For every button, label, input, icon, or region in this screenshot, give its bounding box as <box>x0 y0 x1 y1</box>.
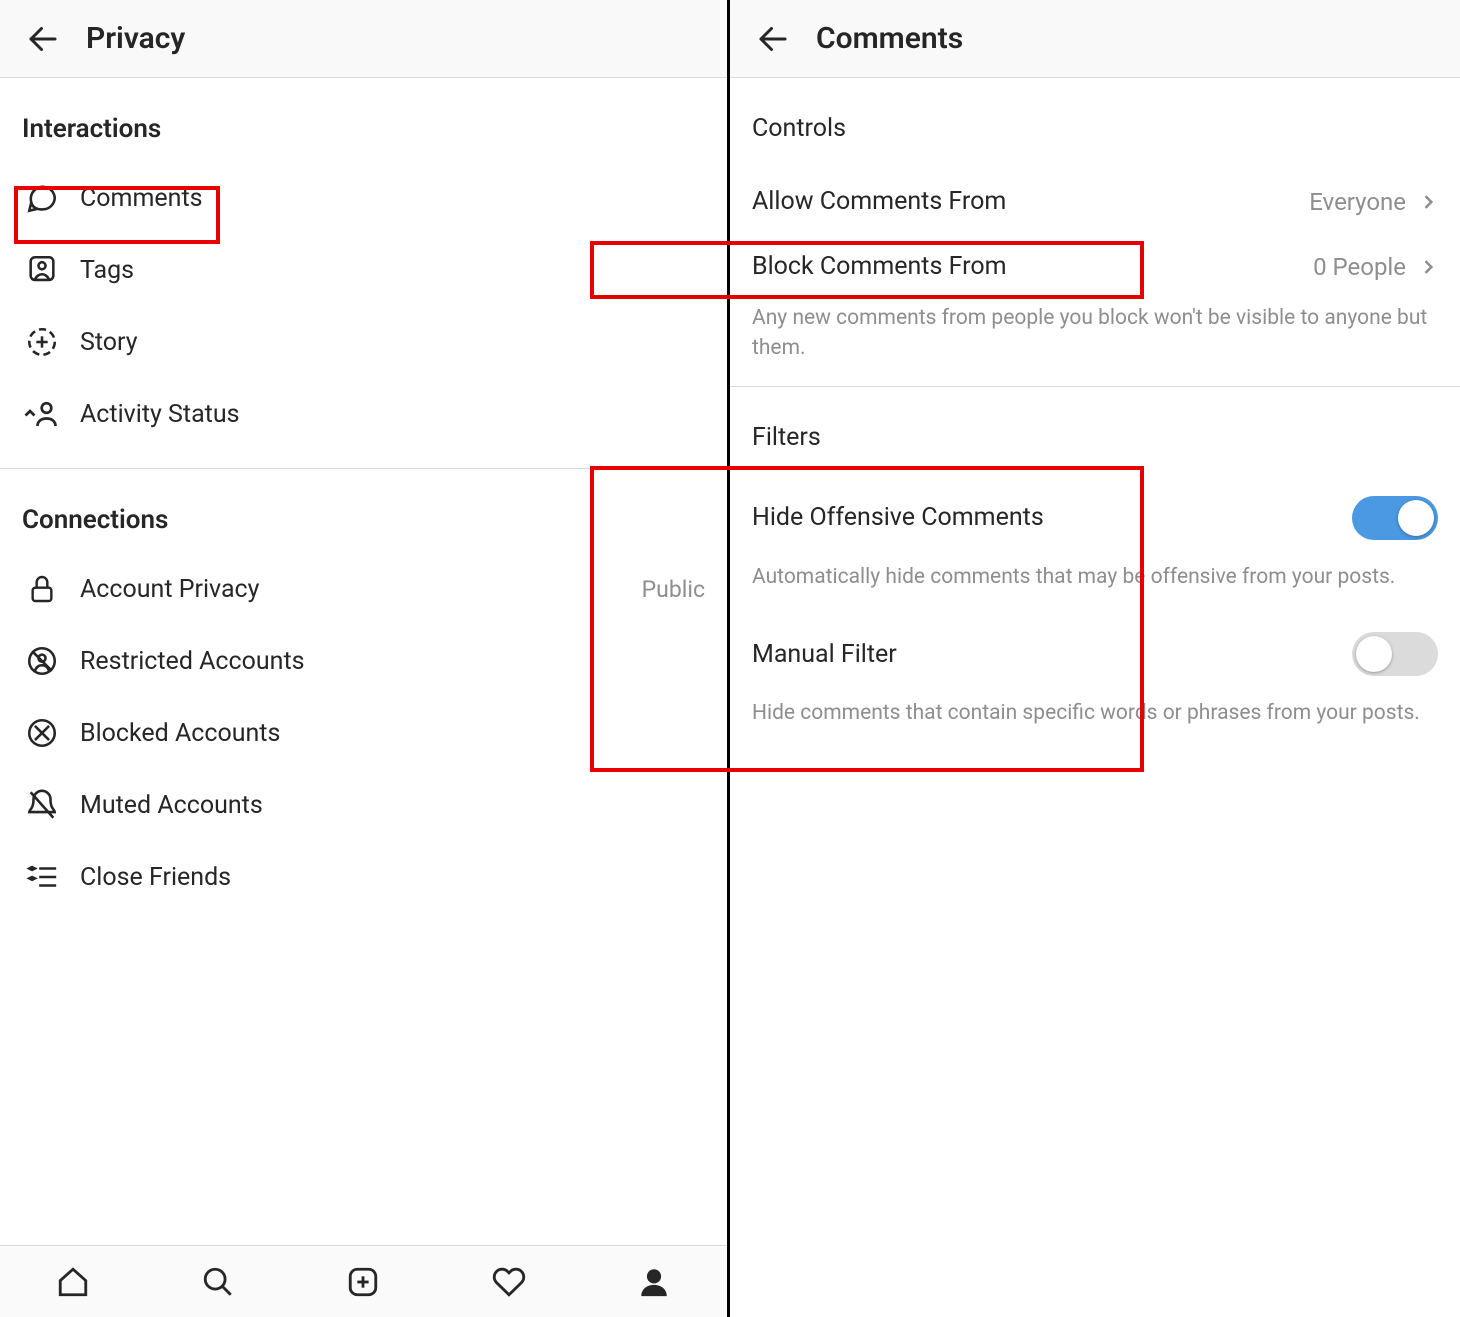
privacy-item-label: Blocked Accounts <box>80 719 705 748</box>
privacy-item-label: Account Privacy <box>80 575 642 604</box>
setting-block-comments-from[interactable]: Block Comments From 0 People <box>730 234 1460 299</box>
privacy-item-label: Muted Accounts <box>80 791 705 820</box>
privacy-item-close-friends[interactable]: Close Friends <box>0 841 727 913</box>
privacy-item-blocked-accounts[interactable]: Blocked Accounts <box>0 697 727 769</box>
page-title: Privacy <box>86 21 185 56</box>
chevron-right-icon <box>1418 192 1438 212</box>
setting-manual-filter: Manual Filter <box>730 614 1460 694</box>
setting-allow-comments-from[interactable]: Allow Comments From Everyone <box>730 169 1460 234</box>
privacy-item-label: Activity Status <box>80 400 705 429</box>
section-filters-title: Filters <box>730 387 1460 478</box>
chevron-right-icon <box>1418 257 1438 277</box>
story-icon <box>22 322 62 362</box>
section-connections-title: Connections <box>0 469 727 553</box>
add-post-icon <box>346 1265 380 1299</box>
privacy-item-account-privacy[interactable]: Account Privacy Public <box>0 553 727 625</box>
privacy-item-story[interactable]: Story <box>0 306 727 378</box>
setting-value: Everyone <box>1309 188 1406 216</box>
nav-search[interactable] <box>198 1262 238 1302</box>
back-button[interactable] <box>750 16 796 62</box>
privacy-item-label: Story <box>80 328 705 357</box>
privacy-item-activity-status[interactable]: Activity Status <box>0 378 727 450</box>
tags-icon <box>22 250 62 290</box>
comments-header: Comments <box>730 0 1460 78</box>
restricted-icon <box>22 641 62 681</box>
setting-label: Block Comments From <box>752 252 1313 281</box>
home-icon <box>56 1265 90 1299</box>
setting-value: 0 People <box>1313 253 1406 281</box>
setting-label: Hide Offensive Comments <box>752 503 1352 532</box>
setting-block-desc: Any new comments from people you block w… <box>730 299 1460 386</box>
privacy-item-label: Tags <box>80 256 705 285</box>
privacy-pane: Privacy Interactions Comments Tags Story… <box>0 0 730 1317</box>
setting-label: Allow Comments From <box>752 187 1309 216</box>
section-interactions-title: Interactions <box>0 78 727 162</box>
back-button[interactable] <box>20 16 66 62</box>
privacy-item-value: Public <box>642 576 705 603</box>
back-arrow-icon <box>25 21 61 57</box>
privacy-item-restricted-accounts[interactable]: Restricted Accounts <box>0 625 727 697</box>
privacy-item-comments[interactable]: Comments <box>0 162 727 234</box>
privacy-item-label: Close Friends <box>80 863 705 892</box>
privacy-item-label: Comments <box>80 184 705 213</box>
privacy-item-label: Restricted Accounts <box>80 647 705 676</box>
privacy-item-muted-accounts[interactable]: Muted Accounts <box>0 769 727 841</box>
search-icon <box>201 1265 235 1299</box>
comments-pane: Comments Controls Allow Comments From Ev… <box>730 0 1460 1317</box>
privacy-item-tags[interactable]: Tags <box>0 234 727 306</box>
setting-manual-filter-desc: Hide comments that contain specific word… <box>730 694 1460 750</box>
section-controls-title: Controls <box>730 78 1460 169</box>
toggle-hide-offensive[interactable] <box>1352 496 1438 540</box>
nav-activity[interactable] <box>489 1262 529 1302</box>
nav-add[interactable] <box>343 1262 383 1302</box>
setting-hide-offensive-desc: Automatically hide comments that may be … <box>730 558 1460 614</box>
toggle-manual-filter[interactable] <box>1352 632 1438 676</box>
close-friends-icon <box>22 857 62 897</box>
activity-status-icon <box>22 394 62 434</box>
setting-hide-offensive: Hide Offensive Comments <box>730 478 1460 558</box>
bottom-nav <box>0 1245 727 1317</box>
lock-icon <box>22 569 62 609</box>
back-arrow-icon <box>755 21 791 57</box>
nav-profile[interactable] <box>634 1262 674 1302</box>
page-title: Comments <box>816 21 963 56</box>
profile-icon <box>637 1265 671 1299</box>
comments-icon <box>22 178 62 218</box>
setting-label: Manual Filter <box>752 640 1352 669</box>
heart-icon <box>492 1265 526 1299</box>
muted-icon <box>22 785 62 825</box>
privacy-header: Privacy <box>0 0 727 78</box>
nav-home[interactable] <box>53 1262 93 1302</box>
blocked-icon <box>22 713 62 753</box>
